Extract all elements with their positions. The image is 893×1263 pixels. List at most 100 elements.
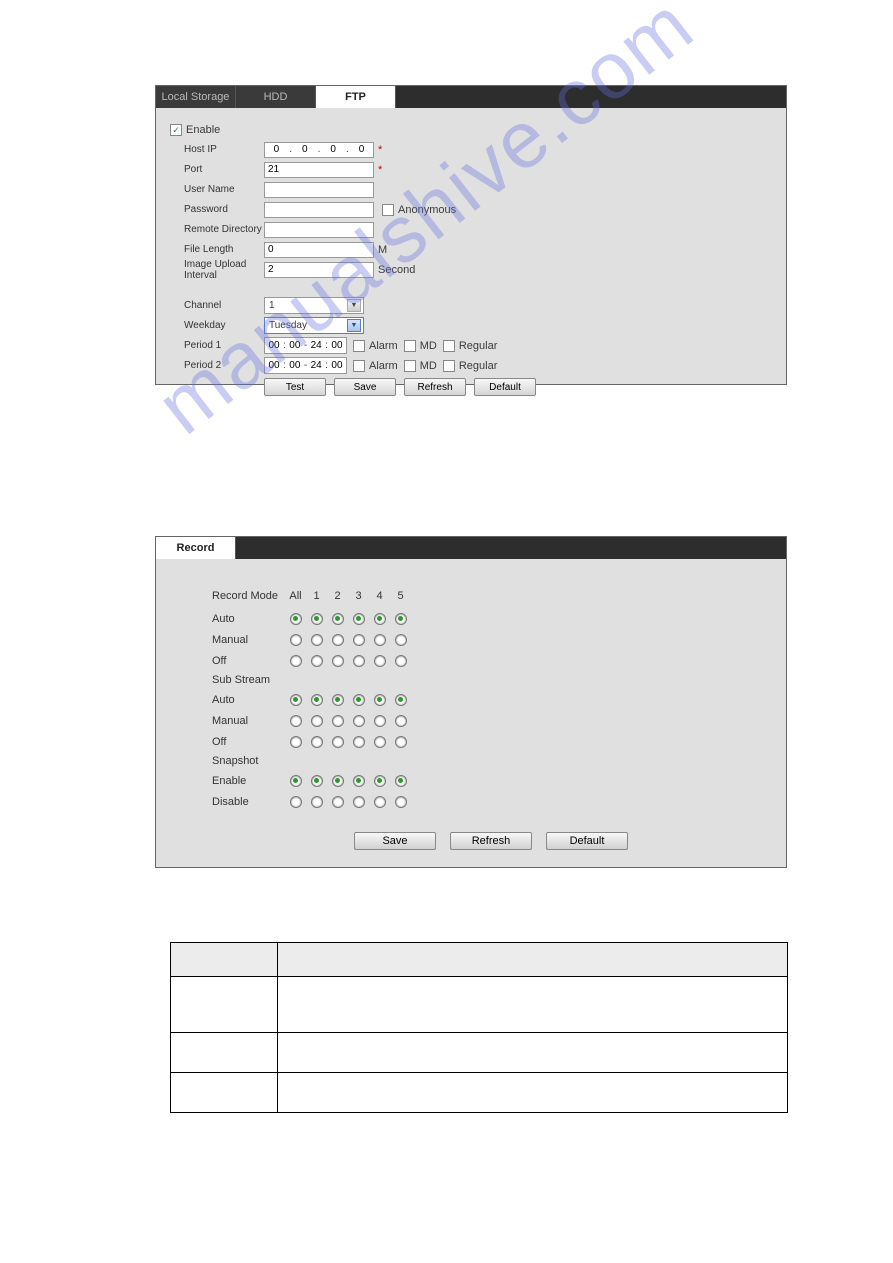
password-input[interactable] (264, 202, 374, 218)
record-mode-radio[interactable] (311, 655, 323, 667)
enable-checkbox[interactable] (170, 124, 182, 136)
ip-seg-0[interactable] (266, 144, 286, 155)
sub-stream-radio[interactable] (332, 736, 344, 748)
port-input[interactable] (264, 162, 374, 178)
port-label: Port (184, 164, 264, 175)
tab-record[interactable]: Record (156, 537, 236, 559)
sub-stream-radio[interactable] (374, 736, 386, 748)
p2-md-checkbox[interactable] (404, 360, 416, 372)
p2-m2[interactable] (330, 360, 344, 371)
snapshot-radio[interactable] (332, 775, 344, 787)
sub-stream-radio[interactable] (332, 694, 344, 706)
snapshot-radio[interactable] (395, 796, 407, 808)
record-mode-radio[interactable] (353, 613, 365, 625)
record-mode-radio[interactable] (374, 655, 386, 667)
weekday-select[interactable]: Tuesday ▼ (264, 317, 364, 334)
ftp-tabbar: Local Storage HDD FTP (156, 86, 786, 108)
sub-stream-radio[interactable] (290, 715, 302, 727)
p1-alarm-label: Alarm (369, 340, 398, 352)
record-mode-radio[interactable] (290, 655, 302, 667)
anonymous-checkbox[interactable] (382, 204, 394, 216)
snapshot-radio[interactable] (353, 796, 365, 808)
sub-stream-row-label: Auto (212, 694, 285, 706)
sub-stream-radio[interactable] (353, 736, 365, 748)
refresh-button[interactable]: Refresh (404, 378, 466, 396)
sub-stream-radio[interactable] (290, 736, 302, 748)
p2-regular-checkbox[interactable] (443, 360, 455, 372)
record-mode-radio[interactable] (374, 613, 386, 625)
record-mode-radio[interactable] (353, 655, 365, 667)
p1-h2[interactable] (309, 340, 323, 351)
snapshot-row-label: Enable (212, 775, 285, 787)
host-ip-input[interactable]: . . . (264, 142, 374, 158)
record-default-button[interactable]: Default (546, 832, 628, 850)
file-length-input[interactable] (264, 242, 374, 258)
record-mode-radio[interactable] (395, 634, 407, 646)
snapshot-radio[interactable] (311, 775, 323, 787)
record-mode-radio[interactable] (353, 634, 365, 646)
sub-stream-radio[interactable] (374, 694, 386, 706)
p2-m1[interactable] (288, 360, 302, 371)
period2-input[interactable]: : - : (264, 357, 347, 374)
tab-local-storage[interactable]: Local Storage (156, 86, 236, 108)
sub-stream-radio[interactable] (395, 715, 407, 727)
channel-select[interactable]: 1 ▼ (264, 297, 364, 314)
username-input[interactable] (264, 182, 374, 198)
p1-regular-checkbox[interactable] (443, 340, 455, 352)
ip-seg-3[interactable] (352, 144, 372, 155)
snapshot-radio[interactable] (311, 796, 323, 808)
p1-m1[interactable] (288, 340, 302, 351)
ip-seg-1[interactable] (295, 144, 315, 155)
record-mode-radio[interactable] (395, 655, 407, 667)
snapshot-radio[interactable] (332, 796, 344, 808)
record-mode-radio[interactable] (290, 613, 302, 625)
p2-h2[interactable] (309, 360, 323, 371)
sub-stream-radio[interactable] (374, 715, 386, 727)
record-mode-radio[interactable] (332, 655, 344, 667)
record-mode-radio[interactable] (395, 613, 407, 625)
p2-alarm-checkbox[interactable] (353, 360, 365, 372)
test-button[interactable]: Test (264, 378, 326, 396)
default-button[interactable]: Default (474, 378, 536, 396)
sub-stream-radio[interactable] (311, 715, 323, 727)
tab-ftp[interactable]: FTP (316, 86, 396, 108)
p1-alarm-checkbox[interactable] (353, 340, 365, 352)
p1-m2[interactable] (330, 340, 344, 351)
record-mode-radio[interactable] (290, 634, 302, 646)
upload-interval-input[interactable] (264, 262, 374, 278)
snapshot-radio[interactable] (374, 796, 386, 808)
record-mode-radio[interactable] (332, 634, 344, 646)
snapshot-radio[interactable] (353, 775, 365, 787)
sub-stream-radio[interactable] (353, 694, 365, 706)
record-mode-radio[interactable] (374, 634, 386, 646)
record-mode-radio[interactable] (332, 613, 344, 625)
weekday-label: Weekday (184, 320, 264, 331)
snapshot-radio[interactable] (374, 775, 386, 787)
sub-stream-radio[interactable] (332, 715, 344, 727)
sub-stream-radio[interactable] (395, 736, 407, 748)
tab-hdd[interactable]: HDD (236, 86, 316, 108)
sub-stream-radio[interactable] (311, 694, 323, 706)
p1-md-checkbox[interactable] (404, 340, 416, 352)
p1-h1[interactable] (267, 340, 281, 351)
enable-label: Enable (186, 124, 220, 136)
record-mode-radio[interactable] (311, 634, 323, 646)
snapshot-radio[interactable] (290, 796, 302, 808)
record-save-button[interactable]: Save (354, 832, 436, 850)
remote-dir-input[interactable] (264, 222, 374, 238)
snapshot-radio[interactable] (395, 775, 407, 787)
sub-stream-radio[interactable] (353, 715, 365, 727)
record-mode-radio[interactable] (311, 613, 323, 625)
ip-seg-2[interactable] (323, 144, 343, 155)
upload-interval-unit: Second (378, 264, 415, 276)
record-refresh-button[interactable]: Refresh (450, 832, 532, 850)
p1-md-label: MD (420, 340, 437, 352)
sub-stream-radio[interactable] (311, 736, 323, 748)
save-button[interactable]: Save (334, 378, 396, 396)
sub-stream-radio[interactable] (290, 694, 302, 706)
snapshot-radio[interactable] (290, 775, 302, 787)
record-mode-row-label: Auto (212, 613, 285, 625)
p2-h1[interactable] (267, 360, 281, 371)
period1-input[interactable]: : - : (264, 337, 347, 354)
sub-stream-radio[interactable] (395, 694, 407, 706)
